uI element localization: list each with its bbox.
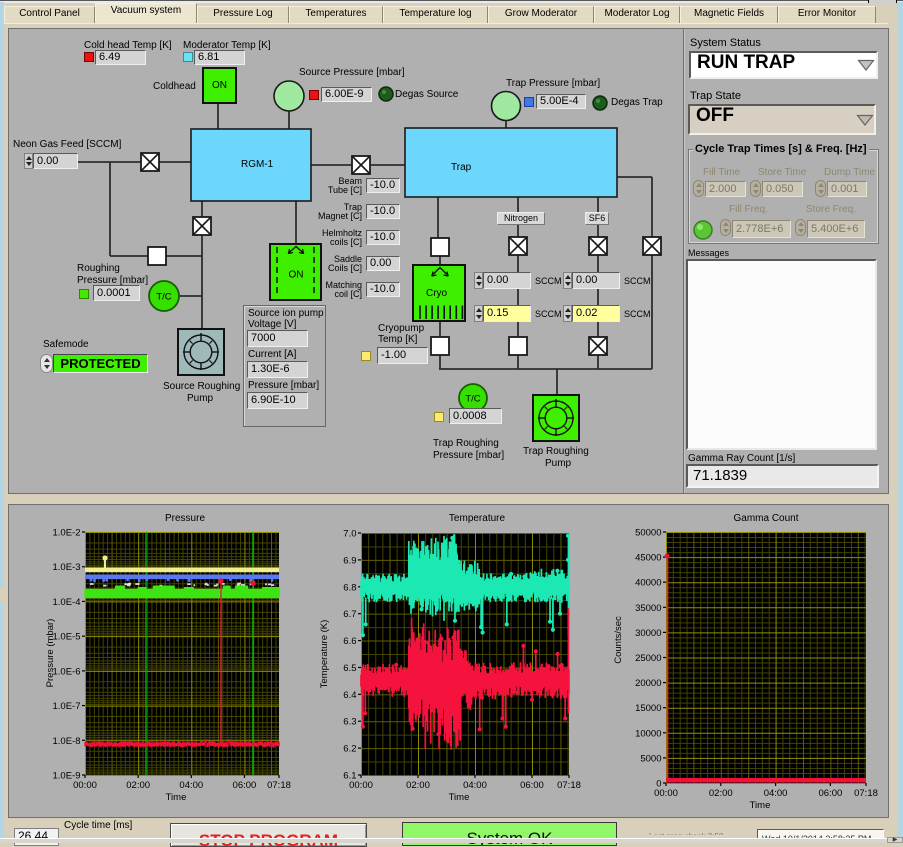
svg-text:06:00: 06:00 bbox=[233, 780, 257, 791]
svg-text:04:00: 04:00 bbox=[179, 780, 203, 791]
svg-text:1.0E-2: 1.0E-2 bbox=[53, 528, 81, 539]
svg-text:6.2: 6.2 bbox=[343, 744, 356, 755]
svg-text:6.8: 6.8 bbox=[343, 582, 356, 593]
svg-text:T/C: T/C bbox=[465, 394, 480, 405]
svg-text:1.0E-8: 1.0E-8 bbox=[53, 736, 81, 747]
svg-text:50000: 50000 bbox=[635, 528, 661, 539]
svg-text:04:00: 04:00 bbox=[463, 780, 487, 791]
svg-text:20000: 20000 bbox=[635, 678, 661, 689]
svg-text:00:00: 00:00 bbox=[73, 780, 97, 791]
svg-text:6.4: 6.4 bbox=[343, 690, 356, 701]
svg-text:Pressure (mbar): Pressure (mbar) bbox=[45, 619, 56, 688]
svg-text:Time: Time bbox=[166, 792, 187, 803]
svg-text:1.0E-5: 1.0E-5 bbox=[53, 632, 81, 643]
svg-text:5000: 5000 bbox=[640, 753, 661, 764]
svg-text:02:00: 02:00 bbox=[406, 780, 430, 791]
svg-text:35000: 35000 bbox=[635, 603, 661, 614]
svg-text:30000: 30000 bbox=[635, 628, 661, 639]
svg-text:1.0E-4: 1.0E-4 bbox=[53, 597, 81, 608]
svg-text:25000: 25000 bbox=[635, 653, 661, 664]
svg-text:1.0E-6: 1.0E-6 bbox=[53, 666, 81, 677]
svg-text:6.3: 6.3 bbox=[343, 717, 356, 728]
svg-text:1.0E-7: 1.0E-7 bbox=[53, 701, 81, 712]
svg-text:Gamma Count: Gamma Count bbox=[733, 513, 798, 524]
svg-text:Temperature (K): Temperature (K) bbox=[319, 620, 330, 689]
svg-text:7.0: 7.0 bbox=[343, 529, 356, 540]
svg-text:04:00: 04:00 bbox=[764, 788, 788, 799]
svg-text:02:00: 02:00 bbox=[709, 788, 733, 799]
svg-text:06:00: 06:00 bbox=[818, 788, 842, 799]
svg-text:00:00: 00:00 bbox=[654, 788, 678, 799]
svg-text:06:00: 06:00 bbox=[520, 780, 544, 791]
svg-text:02:00: 02:00 bbox=[126, 780, 150, 791]
svg-text:07:18: 07:18 bbox=[557, 780, 581, 791]
svg-text:10000: 10000 bbox=[635, 728, 661, 739]
svg-text:45000: 45000 bbox=[635, 553, 661, 564]
svg-text:ON: ON bbox=[289, 270, 304, 281]
svg-text:15000: 15000 bbox=[635, 703, 661, 714]
svg-text:Pressure: Pressure bbox=[165, 513, 205, 524]
svg-text:6.5: 6.5 bbox=[343, 663, 356, 674]
svg-text:Time: Time bbox=[449, 792, 470, 803]
svg-text:6.9: 6.9 bbox=[343, 555, 356, 566]
svg-text:00:00: 00:00 bbox=[349, 780, 373, 791]
svg-text:07:18: 07:18 bbox=[267, 780, 291, 791]
svg-text:6.6: 6.6 bbox=[343, 636, 356, 647]
svg-text:Time: Time bbox=[750, 800, 771, 811]
svg-text:6.7: 6.7 bbox=[343, 609, 356, 620]
svg-text:Temperature: Temperature bbox=[449, 513, 506, 524]
svg-text:1.0E-3: 1.0E-3 bbox=[53, 562, 81, 573]
svg-text:T/C: T/C bbox=[156, 292, 171, 303]
svg-text:07:18: 07:18 bbox=[854, 788, 878, 799]
svg-text:40000: 40000 bbox=[635, 578, 661, 589]
svg-text:Counts/sec: Counts/sec bbox=[613, 616, 624, 664]
